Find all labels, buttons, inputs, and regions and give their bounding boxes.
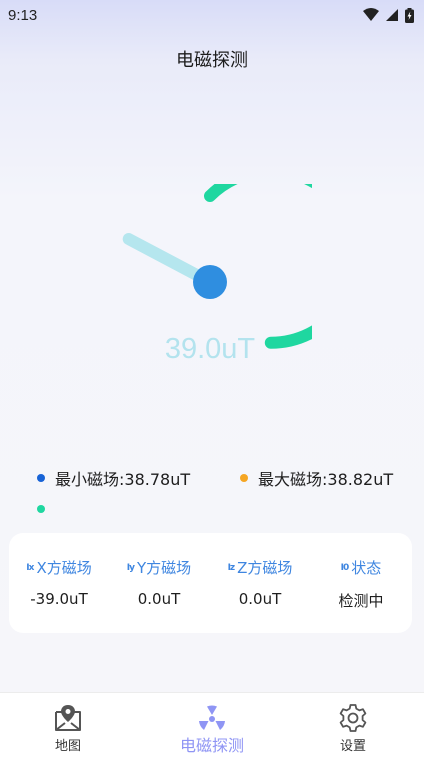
legend-min: 最小磁场:38.78uT bbox=[37, 466, 190, 490]
status-bar: 9:13 bbox=[0, 0, 424, 30]
status-badge-icon: Ⅰ0 bbox=[340, 562, 350, 573]
gauge-value: 39.0uT bbox=[164, 333, 256, 365]
reading-x: Ⅰx X方磁场 -39.0uT bbox=[9, 533, 109, 633]
reading-x-label: X方磁场 bbox=[36, 559, 92, 577]
tab-detect-label: 电磁探测 bbox=[179, 736, 244, 755]
map-icon bbox=[55, 705, 81, 731]
signal-icon bbox=[386, 9, 398, 21]
legend: 最小磁场:38.78uT 最大磁场:38.82uT bbox=[0, 466, 424, 490]
legend-max: 最大磁场:38.82uT bbox=[240, 466, 393, 490]
reading-y: Ⅰy Y方磁场 0.0uT bbox=[109, 533, 209, 633]
x-badge-icon: Ⅰx bbox=[26, 562, 34, 573]
max-field-label: 最大磁场:38.82uT bbox=[258, 470, 394, 489]
status-time: 9:13 bbox=[8, 6, 38, 24]
gauge-arc bbox=[204, 184, 312, 349]
reading-x-value: -39.0uT bbox=[30, 590, 88, 608]
tab-detect[interactable]: 电磁探测 bbox=[160, 693, 264, 763]
tab-settings[interactable]: 设置 bbox=[313, 693, 393, 763]
reading-status-value: 检测中 bbox=[338, 592, 384, 610]
reading-y-label: Y方磁场 bbox=[137, 559, 192, 577]
min-field-label: 最小磁场:38.78uT bbox=[55, 470, 191, 489]
readings-card: Ⅰx X方磁场 -39.0uT Ⅰy Y方磁场 0.0uT Ⅰz Z方磁场 0.… bbox=[9, 533, 412, 633]
tab-map-label: 地图 bbox=[54, 739, 81, 754]
reading-y-value: 0.0uT bbox=[137, 590, 181, 608]
y-badge-icon: Ⅰy bbox=[126, 562, 135, 573]
reading-status-label: 状态 bbox=[351, 559, 382, 577]
radiation-icon bbox=[199, 705, 225, 730]
reading-status: Ⅰ0 状态 检测中 bbox=[311, 533, 411, 633]
z-badge-icon: Ⅰz bbox=[227, 562, 236, 573]
bottom-tab-bar: 地图 电磁探测 设置 bbox=[0, 692, 424, 763]
page-title: 电磁探测 bbox=[176, 50, 248, 71]
reading-z-label: Z方磁场 bbox=[237, 559, 293, 577]
wifi-icon bbox=[363, 8, 379, 21]
tab-settings-label: 设置 bbox=[339, 739, 366, 754]
battery-icon bbox=[405, 7, 414, 23]
tab-map[interactable]: 地图 bbox=[28, 693, 108, 763]
reading-z-value: 0.0uT bbox=[238, 590, 282, 608]
gear-icon bbox=[339, 704, 367, 732]
current-dot bbox=[37, 505, 45, 513]
min-dot bbox=[37, 474, 45, 482]
gauge-hub bbox=[193, 265, 227, 299]
reading-z: Ⅰz Z方磁场 0.0uT bbox=[210, 533, 310, 633]
max-dot bbox=[240, 474, 248, 482]
status-icons bbox=[363, 7, 414, 23]
